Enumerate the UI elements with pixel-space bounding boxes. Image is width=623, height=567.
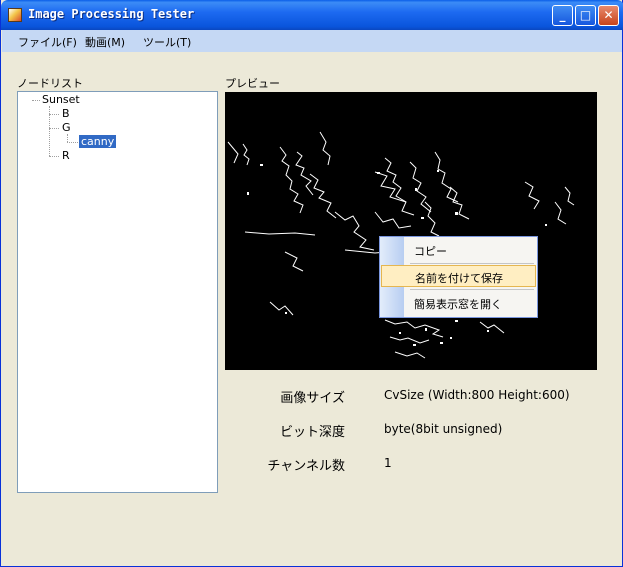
tree-connector xyxy=(32,100,40,101)
menu-item-save-as[interactable]: 名前を付けて保存 xyxy=(381,265,536,287)
image-size-label: 画像サイズ xyxy=(280,391,345,406)
title-bar[interactable]: Image Processing Tester _ □ ✕ xyxy=(1,0,623,30)
tree-connector xyxy=(49,114,59,115)
maximize-button[interactable]: □ xyxy=(575,5,596,26)
tree-node-root[interactable]: Sunset xyxy=(42,93,80,106)
tree-node-g[interactable]: G xyxy=(62,121,71,134)
tree-connector xyxy=(67,142,78,143)
menu-tools[interactable]: ツール(T) xyxy=(143,34,191,50)
menu-item-open-simple-view[interactable]: 簡易表示窓を開く xyxy=(381,292,536,314)
menu-video[interactable]: 動画(M) xyxy=(85,34,125,50)
node-list-label: ノードリスト xyxy=(17,77,83,90)
tree-connector xyxy=(49,128,59,129)
close-button[interactable]: ✕ xyxy=(598,5,619,26)
channel-count-value: 1 xyxy=(384,456,392,470)
bit-depth-value: byte(8bit unsigned) xyxy=(384,422,503,436)
menu-bar: ファイル(F) 動画(M) ツール(T) xyxy=(2,30,622,52)
tree-node-canny[interactable]: canny xyxy=(79,135,117,148)
menu-separator xyxy=(410,289,534,290)
minimize-button[interactable]: _ xyxy=(552,5,573,26)
menu-item-copy[interactable]: コピー xyxy=(381,239,536,261)
window-title: Image Processing Tester xyxy=(28,7,195,21)
menu-item-save-as-label: 名前を付けて保存 xyxy=(415,272,503,285)
tree-connector xyxy=(49,156,59,157)
main-window: Image Processing Tester _ □ ✕ ファイル(F) 動画… xyxy=(0,0,623,567)
preview-image[interactable] xyxy=(225,92,597,370)
preview-label: プレビュー xyxy=(225,77,280,90)
menu-separator xyxy=(410,263,534,264)
menu-file[interactable]: ファイル(F) xyxy=(18,34,77,50)
bit-depth-label: ビット深度 xyxy=(279,425,345,440)
node-tree[interactable]: Sunset B G canny R xyxy=(17,91,218,493)
image-size-value: CvSize (Width:800 Height:600) xyxy=(384,388,570,402)
tree-node-r[interactable]: R xyxy=(62,149,70,162)
channel-count-label: チャンネル数 xyxy=(267,459,345,474)
app-icon xyxy=(8,8,22,22)
menu-item-open-simple-view-label: 簡易表示窓を開く xyxy=(414,298,502,311)
edge-image xyxy=(227,131,575,359)
context-menu: コピー 名前を付けて保存 簡易表示窓を開く xyxy=(379,236,538,318)
menu-item-copy-label: コピー xyxy=(414,245,447,258)
tree-node-b[interactable]: B xyxy=(62,107,70,120)
tree-connector xyxy=(67,134,68,142)
